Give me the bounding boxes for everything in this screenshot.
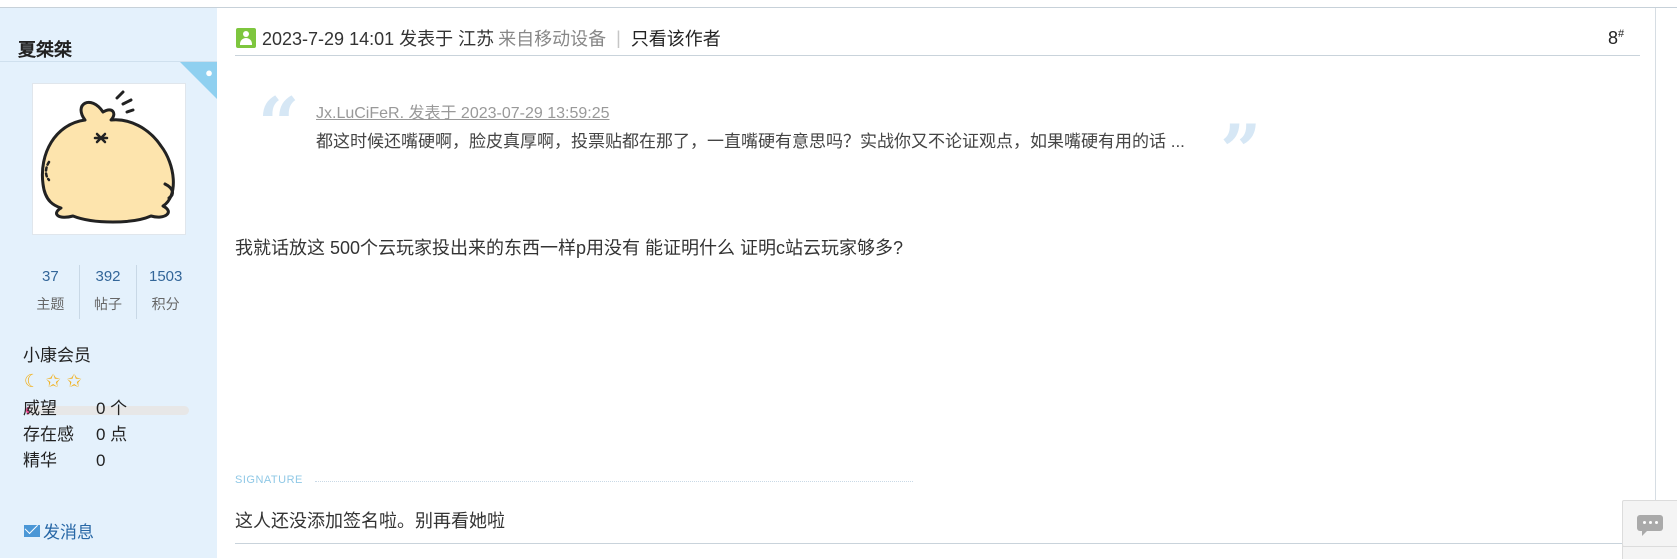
floor-number[interactable]: 8#: [1608, 28, 1624, 49]
star-icon: ✩: [66, 371, 82, 391]
profile-presence-value: 0 点: [96, 425, 128, 444]
stat-posts-label: 帖子: [94, 296, 122, 312]
stat-points[interactable]: 1503 积分: [137, 265, 194, 319]
close-quote-icon: ”: [1220, 108, 1262, 193]
quote-author-link[interactable]: Jx.LuCiFeR. 发表于 2023-07-29 13:59:25: [316, 99, 610, 123]
signature-divider: [315, 481, 913, 482]
profile-digest-key: 精华: [23, 451, 57, 470]
right-edge-border: [1655, 8, 1656, 558]
post-time: 2023-7-29 14:01 发表于 江苏: [262, 29, 495, 49]
profile-presence: 存在感 0 点: [23, 420, 203, 445]
cartoon-bun-avatar-icon: [40, 90, 175, 224]
profile-presence-key: 存在感: [23, 425, 74, 444]
online-user-icon: [236, 28, 256, 48]
floor-mark: #: [1618, 28, 1625, 40]
envelope-icon: [24, 524, 40, 537]
post-source: 来自移动设备: [498, 29, 607, 49]
stat-posts[interactable]: 392 帖子: [80, 265, 138, 319]
stat-points-label: 积分: [151, 296, 180, 312]
floating-reply-button[interactable]: [1622, 500, 1677, 547]
open-quote-icon: “: [258, 81, 300, 166]
stat-points-count: 1503: [148, 268, 183, 285]
profile-prestige-value: 0 个: [96, 399, 128, 418]
floor-number-value: 8: [1608, 28, 1619, 48]
profile-digest-value: 0: [96, 451, 106, 470]
signature-label: SIGNATURE: [235, 474, 303, 486]
star-icon: ✩: [45, 371, 61, 391]
stat-posts-count: 392: [95, 268, 121, 285]
profile-digest: 精华 0: [23, 446, 203, 471]
post-footer-divider: [235, 543, 1640, 544]
header-divider: [235, 55, 1640, 56]
author-username[interactable]: 夏桀桀: [18, 36, 72, 62]
stat-threads-label: 主题: [36, 296, 65, 312]
send-message-label: 发消息: [43, 523, 94, 542]
rank-medals: ☾ ✩ ✩: [22, 371, 84, 391]
floating-back-to-top-button[interactable]: [1622, 546, 1677, 559]
quote-text: 都这时候还嘴硬啊，脸皮真厚啊，投票贴都在那了，一直嘴硬有意思吗？实战你又不论证观…: [316, 132, 1185, 151]
user-grade[interactable]: 小康会员: [23, 341, 91, 366]
avatar[interactable]: [32, 83, 186, 235]
user-stats: 37 主题 392 帖子 1503 积分: [22, 265, 194, 319]
send-message-link[interactable]: 发消息: [24, 518, 94, 543]
post-header: 2023-7-29 14:01 发表于 江苏 来自移动设备 | 只看该作者: [236, 26, 721, 50]
signature-text: 这人还没添加签名啦。别再看她啦: [235, 511, 505, 531]
moon-icon: ☾: [23, 371, 41, 391]
apple-icon: ●: [205, 65, 213, 80]
header-separator: |: [616, 27, 621, 48]
profile-prestige-key: 威望: [23, 399, 57, 418]
stat-threads[interactable]: 37 主题: [22, 265, 80, 319]
top-divider: [0, 7, 1677, 8]
stat-threads-count: 37: [41, 268, 59, 285]
profile-prestige: 威望 0 个: [23, 394, 203, 419]
author-only-link[interactable]: 只看该作者: [631, 25, 721, 51]
author-sidebar: 夏桀桀 ● 37 主题 392 帖子 1503 积分 小康会员 ☾ ✩ ✩ 威望…: [0, 8, 217, 558]
post-content: 我就话放这 500个云玩家投出来的东西一样p用没有 能证明什么 证明c站云玩家够…: [235, 238, 904, 258]
